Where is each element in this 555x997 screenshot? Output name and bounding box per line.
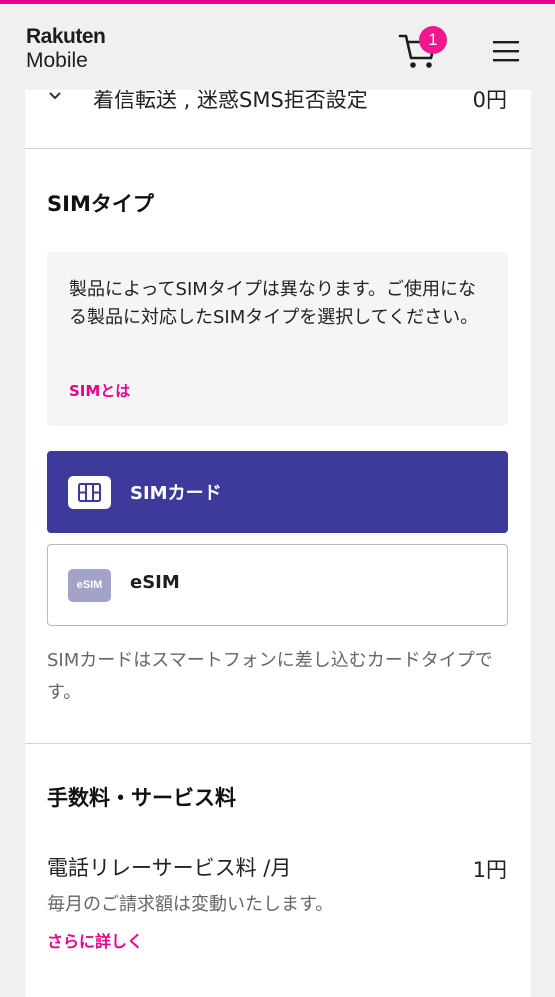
sim-card-icon <box>68 476 111 509</box>
esim-icon: eSIM <box>68 569 111 602</box>
chevron-down-icon <box>49 92 61 100</box>
section-divider <box>25 743 531 744</box>
site-header: Rakuten Mobile 1 <box>0 4 555 90</box>
sim-type-note: SIMカードはスマートフォンに差し込むカードタイプです。 <box>47 650 493 703</box>
cart-count-badge: 1 <box>419 26 447 54</box>
section-divider <box>25 148 531 149</box>
prev-option-price: 0円 <box>472 90 507 112</box>
prev-option-label: 着信転送 , 迷惑SMS拒否設定 <box>93 90 368 112</box>
esim-option[interactable]: eSIM eSIM <box>47 544 508 626</box>
logo-line-1: Rakuten <box>26 25 106 48</box>
main-content: 着信転送 , 迷惑SMS拒否設定 0円 SIMタイプ 製品によってSIMタイプは… <box>25 90 531 997</box>
prev-option-row[interactable]: 着信転送 , 迷惑SMS拒否設定 0円 <box>25 90 531 148</box>
sim-info-box: 製品によってSIMタイプは異なります。ご使用になる製品に対応したSIMタイプを選… <box>47 252 508 426</box>
sim-card-option-label: SIMカード <box>130 483 222 504</box>
rakuten-mobile-logo[interactable]: Rakuten Mobile <box>26 25 106 72</box>
relay-service-fee-label: 電話リレーサービス料 /月 <box>47 856 292 880</box>
more-details-link[interactable]: さらに詳しく <box>47 928 143 952</box>
relay-service-fee-note: 毎月のご請求額は変動いたします。 <box>47 894 334 915</box>
what-is-sim-link[interactable]: SIMとは <box>69 380 130 401</box>
fees-heading: 手数料・サービス料 <box>47 786 236 810</box>
sim-card-option[interactable]: SIMカード <box>47 451 508 533</box>
logo-line-2: Mobile <box>26 49 88 72</box>
hamburger-menu-icon[interactable] <box>493 40 519 62</box>
esim-option-label: eSIM <box>130 572 180 593</box>
relay-service-fee-price: 1円 <box>472 858 507 882</box>
sim-type-heading: SIMタイプ <box>47 192 154 216</box>
sim-info-text: 製品によってSIMタイプは異なります。ご使用になる製品に対応したSIMタイプを選… <box>69 279 479 328</box>
